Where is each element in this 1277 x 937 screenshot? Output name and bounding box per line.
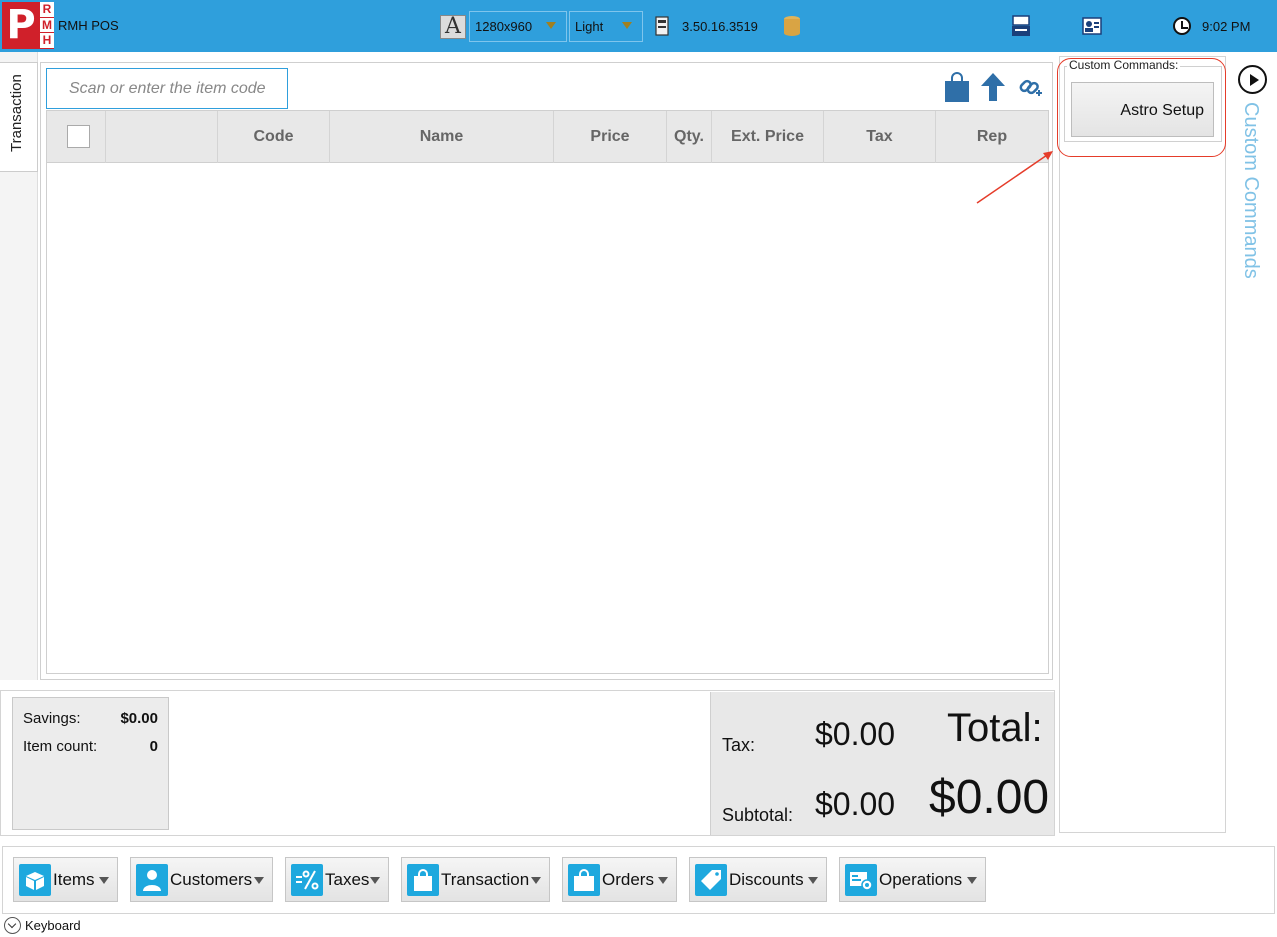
user-card-icon[interactable] [1082, 17, 1102, 35]
database-icon[interactable] [783, 15, 801, 37]
logo-r: R [40, 2, 54, 18]
transaction-panel: Scan or enter the item code Code Name Pr… [40, 62, 1053, 680]
subtotal-value: $0.00 [815, 786, 896, 822]
column-header-name[interactable]: Name [330, 111, 554, 163]
side-tabs: Transaction [0, 52, 38, 680]
total-value: $0.00 [929, 771, 1050, 824]
logo-h: H [40, 33, 54, 49]
items-label: Items [53, 870, 95, 889]
transaction-label: Transaction [441, 870, 530, 889]
chevron-down-icon [254, 877, 264, 884]
operations-menu-button[interactable]: Operations [839, 857, 986, 902]
discounts-menu-button[interactable]: Discounts [689, 857, 827, 902]
chevron-down-icon [99, 877, 109, 884]
discounts-label: Discounts [729, 870, 804, 889]
price-tag-icon [695, 864, 727, 896]
orders-menu-button[interactable]: Orders [562, 857, 677, 902]
total-label: Total: [947, 706, 1043, 750]
shopping-bag-icon[interactable] [942, 71, 972, 103]
terminal-icon [655, 16, 669, 36]
logo-p: P [2, 2, 40, 49]
rmh-logo: P R M H [2, 2, 54, 49]
column-header-tax[interactable]: Tax [824, 111, 936, 163]
item-count-value: 0 [149, 738, 158, 755]
resolution-value: 1280x960 [475, 19, 533, 34]
tax-value: $0.00 [815, 716, 896, 752]
theme-value: Light [575, 19, 604, 34]
resolution-dropdown[interactable]: 1280x960 [469, 11, 567, 42]
user-icon [136, 864, 168, 896]
savings-box: Savings: $0.00 Item count: 0 [12, 697, 169, 830]
keyboard-toggle-icon[interactable] [4, 917, 21, 934]
top-bar: P R M H RMH POS A 1280x960 Light 3.50.16… [0, 0, 1277, 52]
box-icon [19, 864, 51, 896]
operations-icon [845, 864, 877, 896]
customers-menu-button[interactable]: Customers [130, 857, 273, 902]
taxes-label: Taxes [325, 870, 370, 889]
chevron-down-icon [622, 22, 632, 29]
font-size-icon[interactable]: A [440, 15, 466, 39]
column-header-code[interactable]: Code [218, 111, 330, 163]
keyboard-label[interactable]: Keyboard [25, 918, 81, 933]
play-icon[interactable] [1238, 65, 1267, 94]
chevron-down-icon [658, 877, 668, 884]
logo-m: M [40, 17, 54, 34]
taxes-menu-button[interactable]: Taxes [285, 857, 389, 902]
shopping-bag-icon [407, 864, 439, 896]
version-text: 3.50.16.3519 [682, 19, 758, 34]
subtotal-label: Subtotal: [722, 805, 794, 825]
annotation-highlight [1057, 58, 1226, 157]
transaction-grid: Code Name Price Qty. Ext. Price Tax Rep [46, 110, 1049, 674]
percent-icon [291, 864, 323, 896]
customers-label: Customers [170, 870, 253, 889]
custom-commands-side-label[interactable]: Custom Commands [1239, 102, 1262, 279]
savings-value: $0.00 [120, 710, 158, 727]
app-title: RMH POS [58, 18, 119, 33]
grid-header: Code Name Price Qty. Ext. Price Tax Rep [47, 111, 1048, 163]
totals-box: Tax: $0.00 Subtotal: $0.00 Total: $0.00 [710, 692, 1054, 835]
select-all-cell [47, 111, 106, 163]
clock-time: 9:02 PM [1202, 19, 1251, 34]
clock-icon [1173, 17, 1191, 35]
arrow-up-icon[interactable] [978, 71, 1008, 103]
operations-label: Operations [879, 870, 963, 889]
chevron-down-icon [546, 22, 556, 29]
item-code-input[interactable]: Scan or enter the item code [46, 68, 288, 109]
theme-dropdown[interactable]: Light [569, 11, 643, 42]
tax-label: Tax: [722, 735, 756, 755]
column-header-blank [106, 111, 218, 163]
annotation-arrow [976, 151, 1053, 204]
orders-label: Orders [602, 870, 654, 889]
chevron-down-icon [808, 877, 818, 884]
savings-label: Savings: [23, 710, 81, 727]
item-count-label: Item count: [23, 738, 98, 755]
items-menu-button[interactable]: Items [13, 857, 118, 902]
chevron-down-icon [531, 877, 541, 884]
chevron-down-icon [370, 877, 380, 884]
chevron-down-icon [967, 877, 977, 884]
tab-transaction-label: Transaction [8, 74, 25, 152]
column-header-price[interactable]: Price [554, 111, 667, 163]
custom-commands-panel [1059, 56, 1226, 833]
register-icon[interactable] [1011, 15, 1031, 37]
link-add-icon[interactable] [1015, 71, 1045, 103]
transaction-menu-button[interactable]: Transaction [401, 857, 550, 902]
select-all-checkbox[interactable] [67, 125, 90, 148]
column-header-qty[interactable]: Qty. [667, 111, 712, 163]
bag-icon [568, 864, 600, 896]
column-header-ext-price[interactable]: Ext. Price [712, 111, 824, 163]
